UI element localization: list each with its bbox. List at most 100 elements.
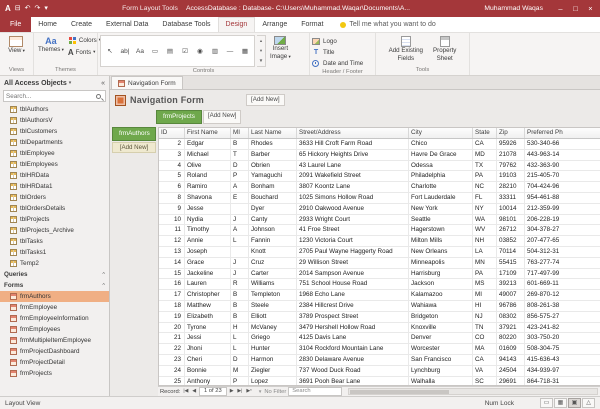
cell[interactable]: 1230 Victoria Court — [297, 236, 409, 246]
cell[interactable]: 212-359-99 — [525, 204, 600, 214]
cell[interactable]: 3104 Rockford Mountain Lane — [297, 344, 409, 354]
subform-control-icon[interactable]: ▦ — [238, 47, 252, 55]
tab-control-icon[interactable]: ▤ — [163, 47, 177, 55]
cell[interactable]: 704-424-96 — [525, 182, 600, 192]
cell[interactable]: 6 — [159, 182, 185, 192]
cell[interactable]: McVaney — [249, 323, 297, 333]
cell[interactable]: Denver — [409, 333, 473, 343]
cell[interactable]: Timothy — [185, 225, 231, 235]
cell[interactable]: Edgar — [185, 139, 231, 149]
cell[interactable]: 70114 — [497, 247, 525, 257]
cell[interactable]: Grace — [185, 258, 231, 268]
cell[interactable]: San Francisco — [409, 355, 473, 365]
cell[interactable]: 10 — [159, 215, 185, 225]
cell[interactable]: 4 — [159, 161, 185, 171]
cell[interactable]: B — [231, 139, 249, 149]
cell[interactable]: 864-718-31 — [525, 377, 600, 386]
cell[interactable]: P — [231, 377, 249, 386]
cell[interactable]: Jesse — [185, 204, 231, 214]
cell[interactable]: 2384 Hillcrest Drive — [297, 301, 409, 311]
column-header-zip[interactable]: Zip — [497, 128, 525, 138]
filter-indicator[interactable]: ▼ No Filter — [258, 389, 286, 395]
line-control-icon[interactable]: — — [223, 48, 237, 55]
nav-item-frmprojectdashboard[interactable]: frmProjectDashboard — [0, 346, 109, 357]
cell[interactable]: 21 — [159, 333, 185, 343]
cell[interactable]: 98101 — [497, 215, 525, 225]
cell[interactable]: MI — [473, 290, 497, 300]
add-new-tab-horizontal[interactable]: [Add New] — [203, 110, 242, 124]
tellme-box[interactable]: Tell me what you want to do — [340, 17, 435, 32]
nav-item-frmmultipleitememployee[interactable]: frmMultipleItemEmployee — [0, 335, 109, 346]
cell[interactable]: J — [231, 258, 249, 268]
cell[interactable]: Carter — [249, 269, 297, 279]
add-new-tab-vertical[interactable]: [Add New] — [112, 142, 156, 153]
first-record-button[interactable]: |◀ — [182, 389, 189, 394]
cell[interactable]: MA — [473, 344, 497, 354]
new-record-button[interactable]: ▶* — [245, 389, 253, 394]
insert-image-button[interactable]: Insert Image — [268, 35, 293, 62]
nav-item-tbltasks1[interactable]: tblTasks1 — [0, 247, 109, 258]
cell[interactable]: 2830 Delaware Avenue — [297, 355, 409, 365]
cell[interactable]: 37921 — [497, 323, 525, 333]
nav-item-tblprojects[interactable]: tblProjects — [0, 214, 109, 225]
cell[interactable]: B — [231, 301, 249, 311]
cell[interactable]: A — [231, 182, 249, 192]
cell[interactable]: 80220 — [497, 333, 525, 343]
cell[interactable]: Odessa — [409, 161, 473, 171]
cell[interactable]: 3691 Pooh Bear Lane — [297, 377, 409, 386]
ribbon-tab-design[interactable]: Design — [218, 17, 256, 32]
cell[interactable]: Ramiro — [185, 182, 231, 192]
save-icon[interactable]: ⊟ — [15, 5, 21, 12]
cell[interactable]: Michael — [185, 150, 231, 160]
column-header-first-name[interactable]: First Name — [185, 128, 231, 138]
cell[interactable]: 530-340-66 — [525, 139, 600, 149]
nav-item-tblauthors[interactable]: tblAuthors — [0, 104, 109, 115]
cell[interactable]: 3479 Hershell Hollow Road — [297, 323, 409, 333]
cell[interactable]: Lopez — [249, 377, 297, 386]
cell[interactable]: 24504 — [497, 366, 525, 376]
cell[interactable]: Knott — [249, 247, 297, 257]
cell[interactable]: Seattle — [409, 215, 473, 225]
cell[interactable]: NY — [473, 204, 497, 214]
ribbon-tab-format[interactable]: Format — [294, 17, 330, 32]
cell[interactable]: Annie — [185, 236, 231, 246]
close-button[interactable]: × — [583, 0, 598, 17]
cell[interactable]: Jhoni — [185, 344, 231, 354]
nav-item-tblordersdetails[interactable]: tblOrdersDetails — [0, 203, 109, 214]
cell[interactable]: 01609 — [497, 344, 525, 354]
cell[interactable]: 601-669-11 — [525, 279, 600, 289]
nav-tab-frmauthors[interactable]: frmAuthors — [112, 127, 156, 141]
cell[interactable]: Chico — [409, 139, 473, 149]
nav-item-tblcustomers[interactable]: tblCustomers — [0, 126, 109, 137]
cell[interactable]: Templeton — [249, 290, 297, 300]
ribbon-tab-create[interactable]: Create — [64, 17, 99, 32]
cell[interactable]: Joseph — [185, 247, 231, 257]
cell[interactable]: 737 Wood Duck Road — [297, 366, 409, 376]
cell[interactable]: 432-363-90 — [525, 161, 600, 171]
ribbon-tab-external-data[interactable]: External Data — [99, 17, 155, 32]
cell[interactable]: 10014 — [497, 204, 525, 214]
cell[interactable]: WA — [473, 215, 497, 225]
logo-button[interactable]: Logo — [312, 36, 363, 46]
cell[interactable]: Harrisburg — [409, 269, 473, 279]
nav-group-forms[interactable]: Forms^ — [0, 280, 109, 291]
cell[interactable]: MS — [473, 279, 497, 289]
add-new-button-top[interactable]: [Add New] — [246, 94, 285, 105]
redo-icon[interactable]: ↷ — [35, 5, 41, 12]
cell[interactable]: Lauren — [185, 279, 231, 289]
gallery-down-icon[interactable]: ▾ — [257, 46, 265, 56]
nav-item-frmemployeeinformation[interactable]: frmEmployeeInformation — [0, 313, 109, 324]
cell[interactable]: Bonnie — [185, 366, 231, 376]
cell[interactable]: Matthew — [185, 301, 231, 311]
cell[interactable]: Jackson — [409, 279, 473, 289]
colors-button[interactable]: Colors — [68, 35, 101, 45]
cell[interactable]: Yamaguchi — [249, 171, 297, 181]
cell[interactable]: Havre De Grace — [409, 150, 473, 160]
cell[interactable]: PA — [473, 171, 497, 181]
cell[interactable]: J — [231, 269, 249, 279]
cell[interactable]: M — [231, 366, 249, 376]
cell[interactable]: Roland — [185, 171, 231, 181]
cell[interactable]: Steele — [249, 301, 297, 311]
cell[interactable]: 13 — [159, 247, 185, 257]
nav-item-frmemployee[interactable]: frmEmployee — [0, 302, 109, 313]
